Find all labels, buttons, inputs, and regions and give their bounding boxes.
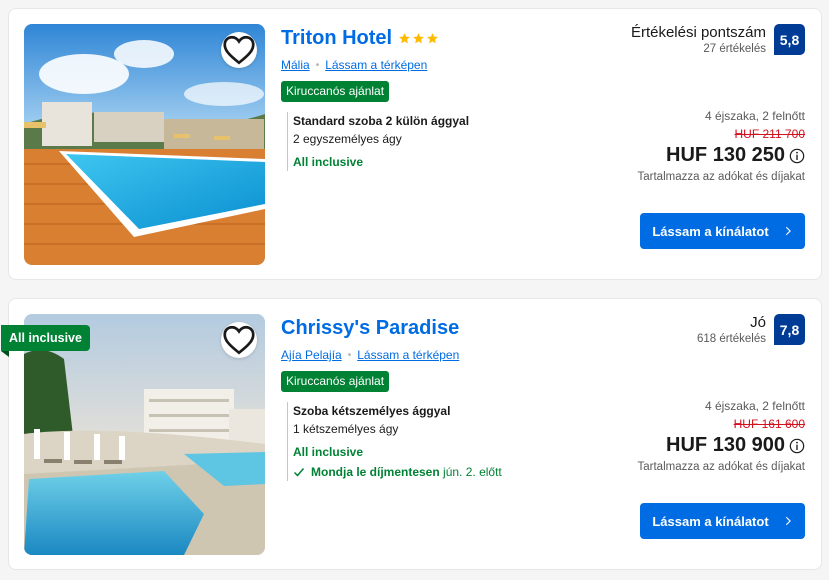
current-price: HUF 130 900 (666, 434, 785, 456)
room-details: Szoba kétszemélyes ággyal 1 kétszemélyes… (287, 402, 581, 481)
cancel-strong: Mondja le díjmentesen (311, 465, 440, 479)
stay-length: 4 éjszaka, 2 felnőtt (704, 399, 805, 413)
show-on-map-link[interactable]: Lássam a térképen (357, 348, 459, 362)
checkmark-icon (293, 468, 305, 477)
property-info: Triton Hotel Mália • Lássam a térképen K… (281, 24, 581, 171)
score-badge: 7,8 (774, 314, 805, 345)
price-column: Jó 618 értékelés 7,8 4 éjszaka, 2 felnőt… (565, 314, 805, 473)
score-badge: 5,8 (774, 24, 805, 55)
room-name: Standard szoba 2 külön ággyal (293, 114, 470, 128)
review-score[interactable]: Értékelési pontszám 27 értékelés 5,8 (565, 24, 805, 55)
see-availability-button[interactable]: Lássam a kínálatot (640, 213, 805, 249)
room-name: Szoba kétszemélyes ággyal (293, 404, 451, 418)
see-availability-button[interactable]: Lássam a kínálatot (640, 503, 805, 539)
taxes-note: Tartalmazza az adókat és díjakat (637, 171, 805, 183)
property-photo[interactable] (24, 24, 265, 265)
price-block: 4 éjszaka, 2 felnőtt HUF 211 700 HUF 130… (565, 108, 805, 183)
show-on-map-link[interactable]: Lássam a térképen (325, 58, 427, 72)
deal-badge: Kiruccanós ajánlat (281, 81, 390, 102)
review-count: 27 értékelés (703, 43, 766, 55)
cta-label: Lássam a kínálatot (652, 223, 769, 239)
inclusion-label: All inclusive (293, 155, 364, 169)
score-label: Értékelési pontszám (630, 24, 766, 41)
bed-info: 2 egyszemélyes ágy (293, 132, 402, 146)
heart-icon (223, 325, 255, 355)
property-name-link[interactable]: Chrissy's Paradise (281, 317, 459, 340)
info-circle-icon[interactable] (789, 438, 805, 454)
property-info: Chrissy's Paradise Ajía Pelajía • Lássam… (281, 314, 581, 481)
star-icon (399, 33, 411, 44)
cancel-date: jún. 2. előtt (443, 465, 502, 479)
star-rating (398, 32, 439, 45)
price-column: Értékelési pontszám 27 értékelés 5,8 4 é… (565, 24, 805, 183)
star-icon (413, 33, 425, 44)
chevron-right-icon (785, 516, 791, 526)
stay-length: 4 éjszaka, 2 felnőtt (704, 109, 805, 123)
location-link[interactable]: Mália (281, 58, 310, 72)
original-price: HUF 161 600 (733, 417, 805, 431)
deal-badge: Kiruccanós ajánlat (281, 371, 390, 392)
info-circle-icon[interactable] (789, 148, 805, 164)
property-name-link[interactable]: Triton Hotel (281, 27, 392, 50)
separator-dot: • (315, 59, 320, 71)
original-price: HUF 211 700 (734, 127, 805, 141)
price-block: 4 éjszaka, 2 felnőtt HUF 161 600 HUF 130… (565, 398, 805, 473)
review-count: 618 értékelés (696, 333, 766, 345)
taxes-note: Tartalmazza az adókat és díjakat (637, 461, 805, 473)
review-score[interactable]: Jó 618 értékelés 7,8 (565, 314, 805, 345)
room-details: Standard szoba 2 külön ággyal 2 egyszemé… (287, 112, 581, 171)
location-link[interactable]: Ajía Pelajía (281, 348, 342, 362)
cta-label: Lássam a kínálatot (652, 513, 769, 529)
current-price: HUF 130 250 (666, 144, 785, 166)
separator-dot: • (347, 349, 352, 361)
save-favorite-button[interactable] (221, 322, 257, 358)
chevron-right-icon (785, 226, 791, 236)
bed-info: 1 kétszemélyes ágy (293, 422, 399, 436)
save-favorite-button[interactable] (221, 32, 257, 68)
inclusion-label: All inclusive (293, 445, 364, 459)
all-inclusive-ribbon: All inclusive (1, 325, 90, 357)
property-card[interactable]: Triton Hotel Mália • Lássam a térképen K… (8, 8, 822, 280)
heart-icon (223, 35, 255, 65)
free-cancellation: Mondja le díjmentesen jún. 2. előtt (293, 463, 581, 481)
score-label: Jó (750, 314, 766, 331)
star-icon (427, 33, 439, 44)
property-card[interactable]: All inclusive Chrissy's Paradise Ajía Pe… (1, 298, 822, 570)
